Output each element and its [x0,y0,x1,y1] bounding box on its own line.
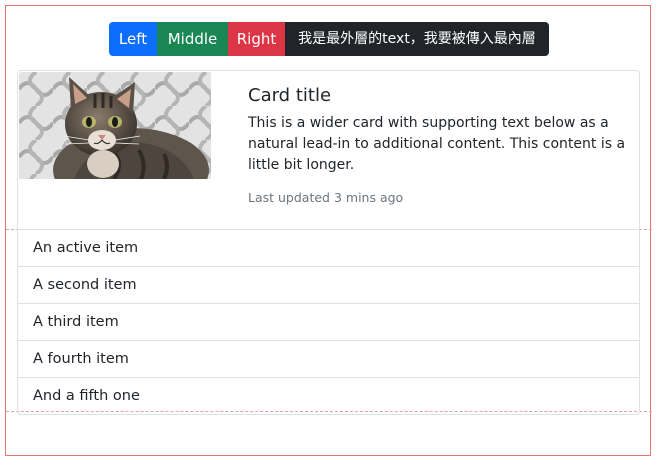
list-item-fourth[interactable]: A fourth item [18,340,639,377]
list-item-fifth[interactable]: And a fifth one [18,377,639,414]
list-group: An active item A second item A third ite… [17,229,640,415]
card-updated-text: Last updated 3 mins ago [248,190,404,205]
list-item-active[interactable]: An active item [18,229,639,266]
card-text: This is a wider card with supporting tex… [248,115,626,173]
card: Card title This is a wider card with sup… [17,70,640,232]
list-item-second[interactable]: A second item [18,266,639,303]
list-item-third[interactable]: A third item [18,303,639,340]
dark-text-button[interactable]: 我是最外層的text，我要被傳入最內層 [285,22,549,56]
left-button[interactable]: Left [109,22,157,56]
cat-image [19,72,211,179]
cat-photo-icon [19,72,211,179]
card-body: Card title This is a wider card with sup… [248,83,626,205]
right-button[interactable]: Right [228,22,285,56]
card-title: Card title [248,85,332,106]
button-group: Left Middle Right 我是最外層的text，我要被傳入最內層 [109,22,549,56]
middle-button[interactable]: Middle [157,22,228,56]
